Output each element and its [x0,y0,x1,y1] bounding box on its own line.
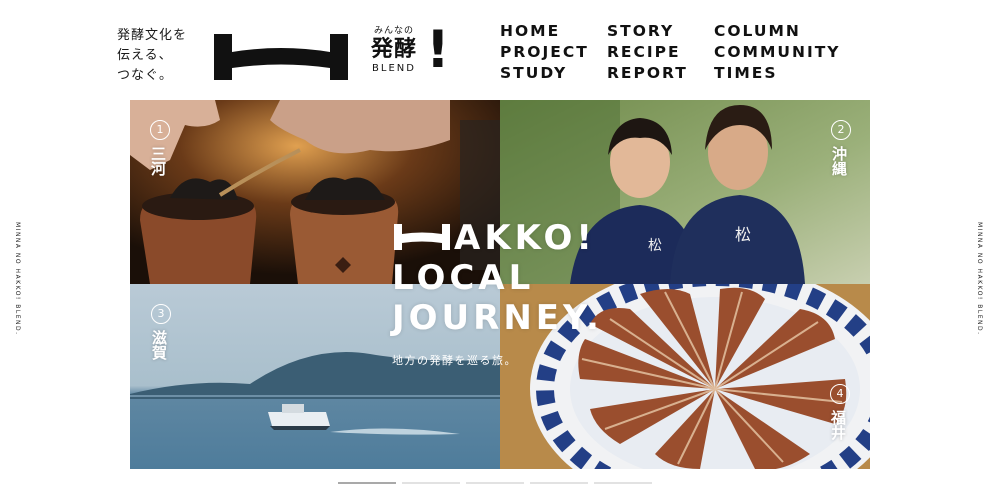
region-number: 3 [151,304,171,324]
logo-line-1: みんなの [373,26,414,36]
nav-community[interactable]: COMMUNITY [714,42,854,63]
slider-dot[interactable] [594,482,652,484]
side-text-right: MINNA NO HAKKO! BLEND. [976,222,983,336]
slider-dot[interactable] [402,482,460,484]
tagline-line-2: 伝える、 [117,48,173,63]
nav-home[interactable]: HOME [500,21,607,42]
region-number: 1 [150,120,170,140]
nav-study[interactable]: STUDY [500,63,607,84]
svg-text:松: 松 [735,225,751,244]
logo-h-mark[interactable] [206,24,356,84]
logo-text[interactable]: みんなの 発酵 BLEND [364,26,424,75]
region-label-mikawa: 1 三河 [148,120,172,176]
nav-story[interactable]: STORY [607,21,714,42]
hero-subtitle: 地方の発酵を巡る旅。 [392,354,517,367]
side-text-left: MINNA NO HAKKO! BLEND. [14,222,21,336]
region-name: 福井 [829,410,847,440]
headline-line-3: JOURNEY. [392,298,603,338]
hero-slider[interactable]: 1 三河 松 松 2 沖縄 3 滋賀 4 福井 AKKO! LOCAL JOUR… [130,100,870,469]
nav-column[interactable]: COLUMN [714,21,854,42]
logo-exclamation: ! [426,20,450,80]
logo-line-2: 発酵 [370,37,417,62]
headline-line-2: LOCAL [392,258,535,298]
main-nav: HOME STORY COLUMN PROJECT RECIPE COMMUNI… [500,21,854,84]
nav-times[interactable]: TIMES [714,63,854,84]
slider-dot[interactable] [466,482,524,484]
headline-text-1: AKKO! [454,218,596,258]
svg-text:松: 松 [648,238,662,254]
region-name: 滋賀 [150,330,168,360]
nav-project[interactable]: PROJECT [500,42,607,63]
region-label-okinawa: 2 沖縄 [829,120,853,176]
logo-line-3: BLEND [372,63,416,74]
region-label-shiga: 3 滋賀 [149,304,173,360]
region-number: 2 [831,120,851,140]
nav-report[interactable]: REPORT [607,63,714,84]
region-name: 沖縄 [830,146,848,176]
hero-headline: AKKO! LOCAL JOURNEY. 地方の発酵を巡る旅。 [392,218,603,368]
region-label-fukui: 4 福井 [828,384,852,440]
tagline: 発酵文化を 伝える、 つなぐ。 [117,26,187,86]
h-mark-icon [394,224,450,250]
slider-dot[interactable] [338,482,396,484]
slider-dot[interactable] [530,482,588,484]
slider-indicator [338,482,652,484]
region-number: 4 [830,384,850,404]
nav-recipe[interactable]: RECIPE [607,42,714,63]
tagline-line-3: つなぐ。 [117,68,174,83]
tagline-line-1: 発酵文化を [117,28,188,43]
region-name: 三河 [149,146,167,176]
headline-line-1: AKKO! [392,218,603,258]
